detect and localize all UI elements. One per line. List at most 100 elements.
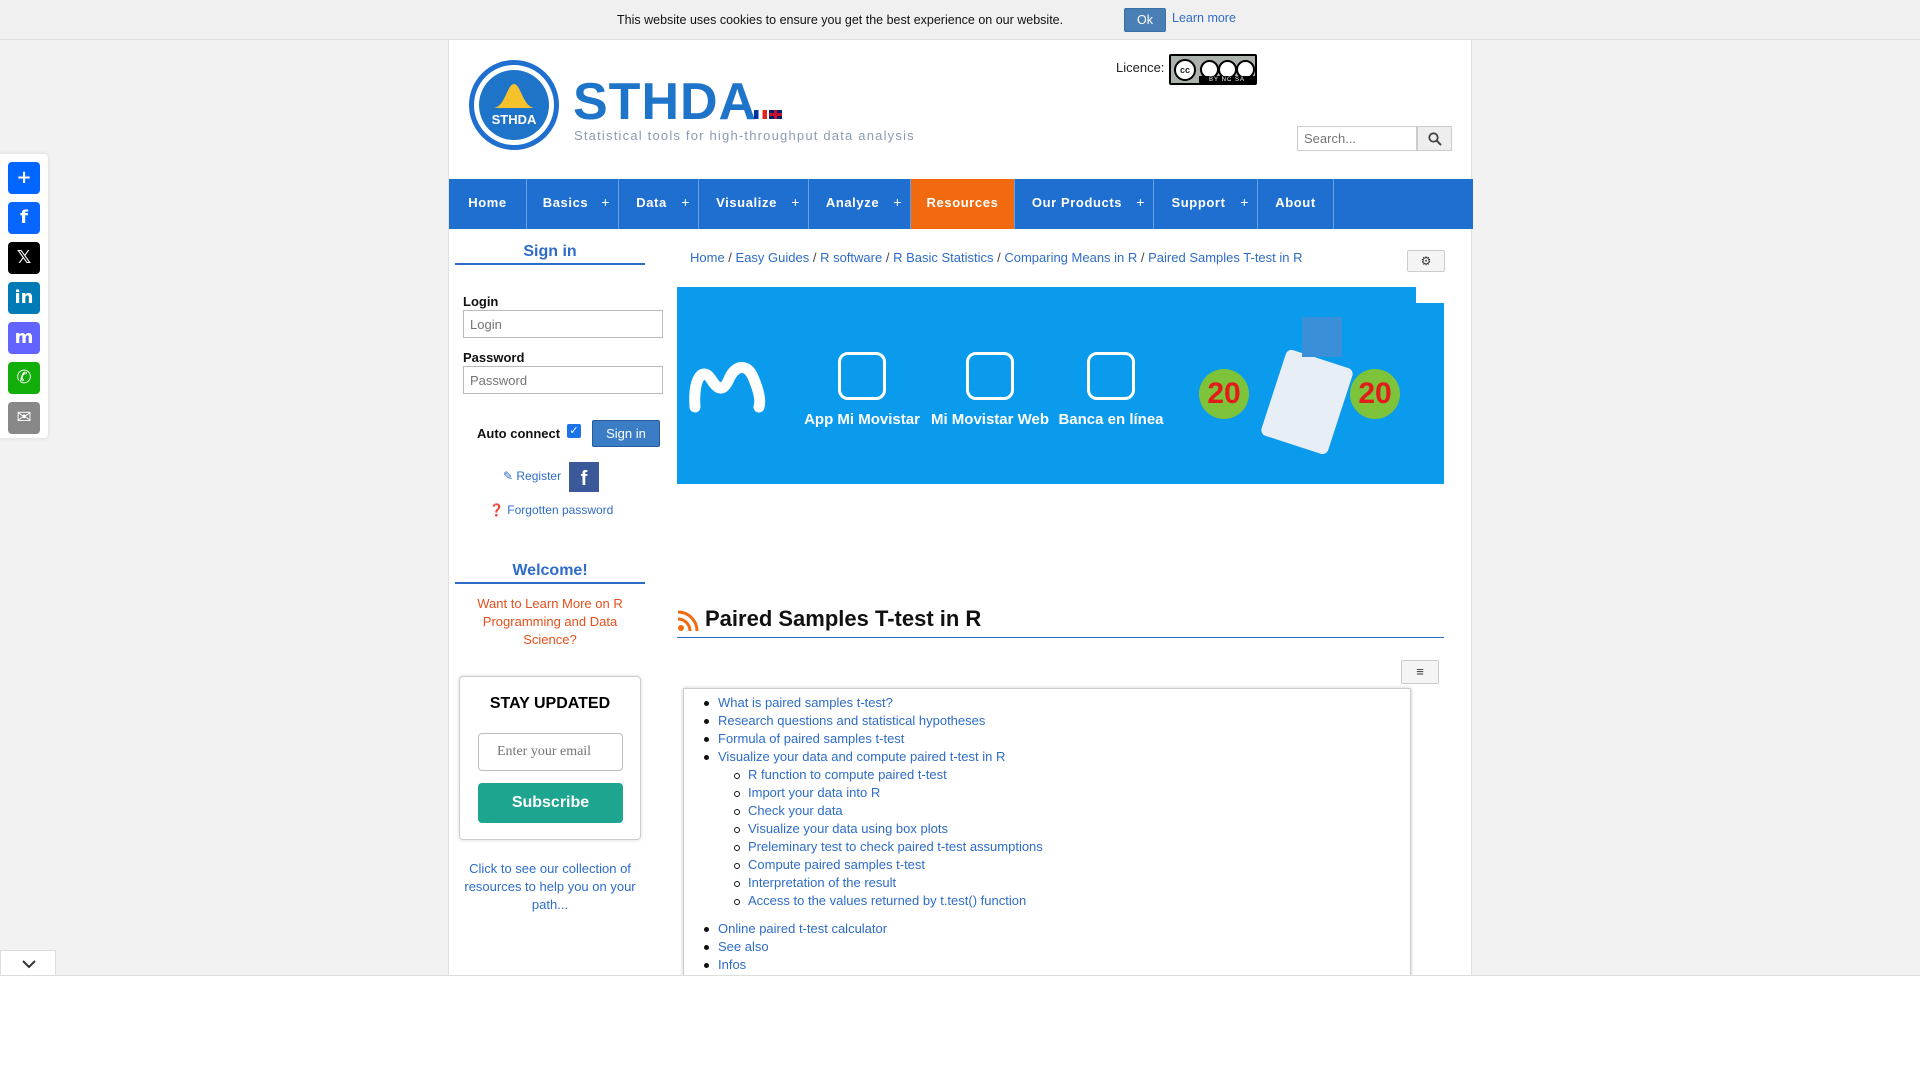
search-button[interactable] <box>1417 126 1452 151</box>
toc-toggle-button[interactable]: ≡ <box>1401 660 1439 684</box>
forgotten-label: Forgotten password <box>507 503 614 517</box>
nav-item-basics[interactable]: Basics + <box>527 179 619 229</box>
toc-link[interactable]: Import your data into R <box>733 785 880 800</box>
cc-icon: cc <box>1174 59 1196 81</box>
welcome-link[interactable]: Want to Learn More on R Programming and … <box>463 595 637 649</box>
main-nav: Home Basics + Data + Visualize + Analyze + Resour… <box>449 179 1473 229</box>
toc-link[interactable]: Online paired t-test calculator <box>703 921 887 936</box>
nav-item-label: Support <box>1171 195 1226 210</box>
nav-item-resources[interactable]: Resources <box>911 179 1015 229</box>
plus-icon: + <box>601 194 610 210</box>
social-share-bar: + f 𝕏in m ✆ ✉ <box>0 154 48 438</box>
nav-item-label: Resources <box>926 195 999 210</box>
ad-banner[interactable]: App Mi Movistar Mi Movistar Web Banca en… <box>677 287 1444 484</box>
nav-item-label: Basics <box>542 195 589 210</box>
cookie-learn-more-link[interactable]: Learn more <box>1172 11 1236 25</box>
nav-item-visualize[interactable]: Visualize + <box>699 179 809 229</box>
share-share-icon[interactable]: + <box>8 162 40 194</box>
mastodon-share-icon[interactable]: m <box>8 322 40 354</box>
ad-close-icon[interactable] <box>1416 287 1444 303</box>
cc-licence-badge[interactable]: cc BY NC SA <box>1169 54 1257 85</box>
toc-link[interactable]: Compute paired samples t-test <box>733 857 925 872</box>
gear-icon: ⚙ <box>1420 254 1432 268</box>
breadcrumb-link[interactable]: Easy Guides <box>736 250 810 265</box>
nav-item-label: Visualize <box>716 195 777 210</box>
password-label: Password <box>463 350 525 365</box>
nav-item-label: About <box>1275 195 1316 210</box>
nav-item-label: Analyze <box>825 195 880 210</box>
breadcrumb-separator: / <box>882 250 894 265</box>
nav-item-our-products[interactable]: Our Products + <box>1015 179 1154 229</box>
breadcrumb-link[interactable]: Home <box>690 250 725 265</box>
article-title: Paired Samples T-test in R <box>705 606 982 631</box>
toc-link[interactable]: See also <box>704 939 769 954</box>
nav-item-analyze[interactable]: Analyze + <box>809 179 911 229</box>
facebook-share-icon[interactable]: f <box>8 202 40 234</box>
subscribe-button[interactable]: Subscribe <box>478 783 623 823</box>
signin-button[interactable]: Sign in <box>592 420 660 447</box>
page-container: STHDA STHDA Statistical tools for high-t… <box>448 40 1473 1080</box>
newsletter-email-input[interactable] <box>478 733 623 771</box>
nav-item-data[interactable]: Data + <box>619 179 699 229</box>
chevron-down-icon <box>22 960 36 969</box>
site-title[interactable]: STHDA <box>573 72 757 132</box>
breadcrumb: Home / Easy Guides / R software / R Basi… <box>690 250 1303 265</box>
cookie-ok-button[interactable]: Ok <box>1124 8 1166 32</box>
question-icon: ❓ <box>489 503 508 517</box>
cookie-message: This website uses cookies to ensure you … <box>617 13 1064 27</box>
welcome-heading: Welcome! <box>455 562 645 584</box>
toc-link[interactable]: Research questions and statistical hypot… <box>703 713 985 728</box>
nav-item-support[interactable]: Support + <box>1154 179 1258 229</box>
english-flag-icon[interactable] <box>769 110 782 119</box>
collapse-button[interactable] <box>0 950 56 978</box>
whatsapp-share-icon[interactable]: ✆ <box>8 362 40 394</box>
email-share-icon[interactable]: ✉ <box>8 402 40 434</box>
licence-label: Licence: <box>1116 60 1165 75</box>
toc-link[interactable]: Visualize your data using box plots <box>734 821 948 836</box>
auto-connect-label: Auto connect <box>477 426 561 441</box>
toc-link[interactable]: Formula of paired samples t-test <box>703 731 904 746</box>
register-link[interactable]: ✎ Register <box>503 469 561 483</box>
x-share-icon[interactable]: 𝕏 <box>8 242 40 274</box>
site-logo[interactable]: STHDA <box>469 60 559 150</box>
breadcrumb-link[interactable]: R Basic Statistics <box>893 250 993 265</box>
plus-icon: + <box>1240 194 1249 210</box>
toc-link[interactable]: Interpretation of the result <box>733 875 896 890</box>
breadcrumb-separator: / <box>724 250 736 265</box>
breadcrumb-separator: / <box>1137 250 1149 265</box>
ad-label-banca: Banca en línea <box>1058 411 1164 428</box>
toc-link[interactable]: R function to compute paired t-test <box>734 767 947 782</box>
toc-link[interactable]: Visualize your data and compute paired t… <box>703 749 1005 764</box>
toc-link[interactable]: What is paired samples t-test? <box>704 695 893 710</box>
mi-movistar-web-icon <box>966 352 1014 400</box>
nav-item-home[interactable]: Home <box>449 179 527 229</box>
rss-icon[interactable] <box>677 610 699 632</box>
search-input[interactable] <box>1297 126 1417 151</box>
register-label: Register <box>516 469 562 483</box>
nav-item-about[interactable]: About <box>1258 179 1334 229</box>
password-input[interactable] <box>463 366 663 394</box>
ad-badge-left: 20 <box>1199 369 1249 419</box>
settings-button[interactable]: ⚙ <box>1407 250 1445 272</box>
resources-link[interactable]: Click to see our collection of resources… <box>459 860 641 914</box>
plus-icon: + <box>1136 194 1145 210</box>
login-input[interactable] <box>463 310 663 338</box>
newsletter-title: STAY UPDATED <box>489 695 611 712</box>
linkedin-share-icon[interactable]: in <box>8 282 40 314</box>
toc-link[interactable]: Check your data <box>734 803 843 818</box>
toc-link[interactable]: Infos <box>703 957 746 972</box>
facebook-login-icon[interactable]: f <box>569 462 599 492</box>
auto-connect-checkbox[interactable]: ✓ <box>567 424 581 438</box>
toc-link[interactable]: Access to the values returned by t.test(… <box>733 893 1026 908</box>
breadcrumb-link[interactable]: R software <box>820 250 882 265</box>
breadcrumb-link[interactable]: Comparing Means in R <box>1004 250 1137 265</box>
toc-link[interactable]: Preleminary test to check paired t-test … <box>734 839 1043 854</box>
french-flag-icon[interactable] <box>754 110 767 119</box>
forgotten-password-link[interactable]: ❓ Forgotten password <box>489 503 613 517</box>
breadcrumb-link[interactable]: Paired Samples T-test in R <box>1148 250 1302 265</box>
newsletter-box: STAY UPDATED Subscribe <box>459 676 641 840</box>
ad-label-app: App Mi Movistar <box>804 411 920 428</box>
bell-curve-icon <box>493 84 535 108</box>
app-mi-movistar-icon <box>838 352 886 400</box>
plus-icon: + <box>681 194 690 210</box>
